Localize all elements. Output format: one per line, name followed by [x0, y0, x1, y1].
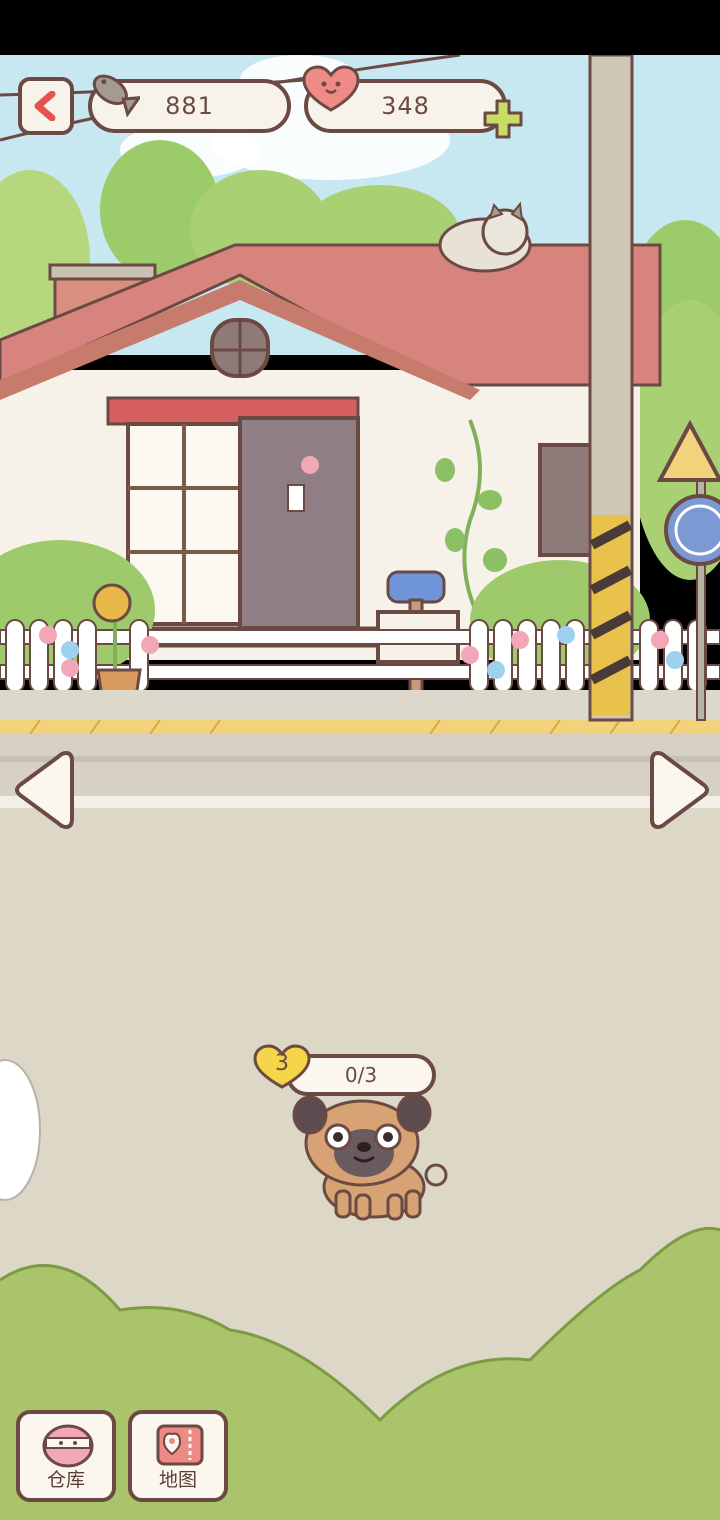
heart-count: 348 [381, 92, 430, 120]
map-button[interactable]: 地图 [128, 1410, 228, 1502]
back-button[interactable] [18, 77, 74, 135]
pet-progress-text: 0/3 [344, 1063, 378, 1087]
scene-background [0, 55, 720, 1520]
street-scene [0, 55, 720, 1520]
map-label: 地图 [158, 1469, 197, 1491]
storage-icon [42, 1424, 94, 1468]
storage-button[interactable]: 仓库 [16, 1410, 116, 1502]
next-area-arrow[interactable] [648, 745, 714, 835]
status-bar [0, 0, 720, 55]
heart-icon [302, 65, 360, 112]
storage-label: 仓库 [46, 1469, 85, 1491]
chevron-left-icon [34, 91, 56, 121]
fish-icon [92, 74, 140, 118]
game-screen: 881 348 0/3 3 仓库 地图 [0, 0, 720, 1520]
map-icon [156, 1424, 204, 1466]
plus-icon[interactable] [482, 98, 524, 140]
fish-count: 881 [165, 92, 214, 120]
previous-area-arrow[interactable] [10, 745, 76, 835]
pug-pet[interactable] [288, 1095, 454, 1225]
pet-level: 3 [275, 1051, 289, 1076]
